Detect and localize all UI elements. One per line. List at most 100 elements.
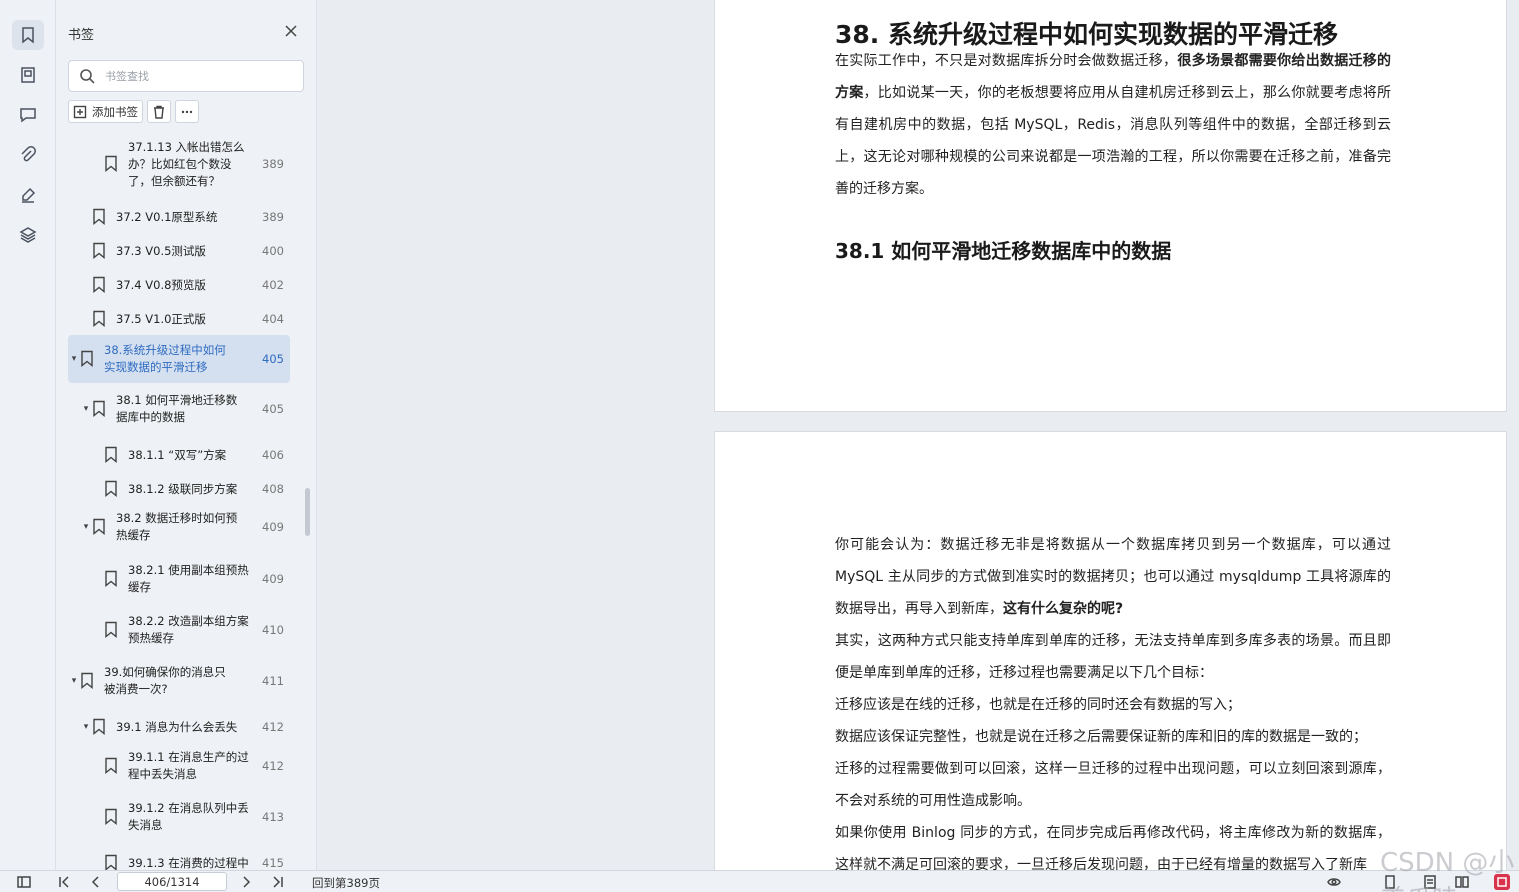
panel-scrollbar[interactable]	[305, 488, 310, 536]
bookmark-icon	[104, 570, 120, 588]
bookmark-label: 39.1 消息为什么会丢失	[116, 719, 238, 734]
prev-page-icon[interactable]	[88, 874, 104, 890]
first-page-icon[interactable]	[56, 874, 72, 890]
bookmark-icon	[92, 276, 108, 294]
search-input[interactable]	[105, 69, 285, 83]
intro-text-run: 在实际工作中，不只是对数据库拆分时会做数据迁移，	[835, 53, 1178, 69]
body-text-run: 这有什么复杂的呢?	[1003, 601, 1124, 617]
bookmark-icon	[104, 155, 120, 173]
bookmark-item[interactable]: ▾ 39.如何确保你的消息只被消费一次? 411	[68, 664, 290, 698]
watermark: CSDN @小美爪哇	[1380, 848, 1515, 892]
bookmark-icon	[80, 672, 96, 690]
bookmark-page-number: 409	[262, 520, 284, 534]
bookmark-item[interactable]: 38.2.2 改造副本组方案预热缓存 410	[68, 613, 290, 647]
expand-toggle-icon[interactable]: ▾	[68, 354, 80, 364]
bookmark-page-number: 413	[262, 810, 284, 824]
page-number-input[interactable]	[117, 872, 227, 891]
search-icon	[80, 69, 95, 84]
body-text-run: 迁移应该是在线的迁移，也就是在迁移的同时还会有数据的写入；	[835, 697, 1241, 713]
bookmark-label: 37.5 V1.0正式版	[116, 311, 206, 326]
bookmark-icon	[92, 208, 108, 226]
bookmark-label: 37.1.13 入帐出错怎么办？比如红包个数没了，但余额还有？	[128, 139, 245, 188]
body-text-run: 如果你使用 Binlog 同步的方式，在同步完成后再修改代码，将主库修改为新的数…	[835, 825, 1391, 870]
left-toolbar	[0, 0, 56, 870]
bookmark-item[interactable]: 39.1.1 在消息生产的过程中丢失消息 412	[68, 749, 290, 783]
bookmark-item[interactable]: 37.2 V0.1原型系统 389	[68, 204, 290, 230]
bookmark-item[interactable]: 38.2.1 使用副本组预热缓存 409	[68, 562, 290, 596]
expand-toggle-icon[interactable]: ▾	[80, 404, 92, 414]
bookmark-label: 38.1 如何平滑地迁移数据库中的数据	[116, 393, 238, 424]
bookmark-item[interactable]: ▾ 38.1 如何平滑地迁移数据库中的数据 405	[68, 392, 290, 426]
body-paragraph: 你可能会认为：数据迁移无非是将数据从一个数据库拷贝到另一个数据库，可以通过 My…	[835, 529, 1391, 870]
bookmark-icon	[104, 757, 120, 775]
bookmark-icon	[104, 446, 120, 464]
more-button[interactable]	[175, 100, 199, 123]
bookmark-item[interactable]: ▾ 38.2 数据迁移时如何预热缓存 409	[68, 510, 290, 544]
bookmark-page-number: 408	[262, 482, 284, 496]
bookmark-label: 39.1.3 在消费的过程中	[128, 855, 249, 870]
eye-icon[interactable]	[1326, 874, 1342, 890]
add-bookmark-label: 添加书签	[92, 104, 138, 119]
bookmark-page-number: 406	[262, 448, 284, 462]
bookmark-label: 38.2.2 改造副本组方案预热缓存	[128, 614, 249, 645]
intro-paragraph: 在实际工作中，不只是对数据库拆分时会做数据迁移，很多场景都需要你给出数据迁移的方…	[835, 45, 1391, 205]
intro-text-run: ，比如说某一天，你的老板想要将应用从自建机房迁移到云上，那么你就要考虑将所有自建…	[835, 85, 1392, 197]
comment-icon[interactable]	[12, 100, 44, 130]
delete-button[interactable]	[147, 100, 171, 123]
bookmark-item[interactable]: 39.1.2 在消息队列中丢失消息 413	[68, 800, 290, 834]
expand-toggle-icon[interactable]: ▾	[80, 522, 92, 532]
bookmark-item[interactable]: 38.1.1 “双写”方案 406	[68, 442, 290, 468]
bookmark-label: 38.1.1 “双写”方案	[128, 447, 227, 462]
close-icon[interactable]	[282, 22, 300, 40]
body-text-run: 其实，这两种方式只能支持单库到单库的迁移，无法支持单库到多库多表的场景。而且即便…	[835, 633, 1391, 681]
bookmark-icon	[92, 310, 108, 328]
bookmark-item[interactable]: 39.1.3 在消费的过程中 415	[68, 850, 290, 870]
bookmark-page-number: 402	[262, 278, 284, 292]
attachment-icon[interactable]	[12, 140, 44, 170]
bookmark-item[interactable]: ▾ 38.系统升级过程中如何实现数据的平滑迁移 405	[68, 335, 290, 383]
bookmark-item[interactable]: 38.1.2 级联同步方案 408	[68, 476, 290, 502]
next-page-icon[interactable]	[238, 874, 254, 890]
bookmark-icon	[92, 400, 108, 418]
bookmark-page-number: 400	[262, 244, 284, 258]
bookmark-page-number: 412	[262, 720, 284, 734]
bookmark-page-number: 412	[262, 759, 284, 773]
bookmark-label: 37.4 V0.8预览版	[116, 277, 206, 292]
bookmark-search[interactable]	[68, 60, 304, 92]
bookmark-label: 39.如何确保你的消息只被消费一次?	[104, 665, 226, 696]
signature-icon[interactable]	[12, 180, 44, 210]
bookmark-page-number: 411	[262, 674, 284, 688]
thumbnail-icon[interactable]	[12, 60, 44, 90]
layers-icon[interactable]	[12, 220, 44, 250]
bookmark-page-number: 410	[262, 623, 284, 637]
bookmark-icon	[92, 718, 108, 736]
expand-toggle-icon[interactable]: ▾	[80, 722, 92, 732]
bookmark-icon	[104, 621, 120, 639]
bookmark-item[interactable]: 37.1.13 入帐出错怎么办？比如红包个数没了，但余额还有？ 389	[68, 138, 290, 190]
bookmark-icon	[92, 242, 108, 260]
bookmark-icon	[104, 480, 120, 498]
panel-title: 书签	[68, 28, 95, 43]
bookmark-page-number: 389	[262, 210, 284, 224]
bookmark-item[interactable]: 37.5 V1.0正式版 404	[68, 306, 290, 332]
last-page-icon[interactable]	[270, 874, 286, 890]
bookmark-page-number: 389	[262, 157, 284, 171]
add-bookmark-button[interactable]: 添加书签	[68, 100, 143, 123]
bookmark-page-number: 405	[262, 352, 284, 366]
back-to-page-link[interactable]: 回到第389页	[312, 875, 380, 891]
bookmark-item[interactable]: ▾ 39.1 消息为什么会丢失 412	[68, 714, 290, 740]
bookmark-item[interactable]: 37.4 V0.8预览版 402	[68, 272, 290, 298]
bookmark-label: 38.2 数据迁移时如何预热缓存	[116, 511, 238, 542]
bookmark-page-number: 409	[262, 572, 284, 586]
bookmark-item[interactable]: 37.3 V0.5测试版 400	[68, 238, 290, 264]
document-viewer[interactable]: 38. 系统升级过程中如何实现数据的平滑迁移 在实际工作中，不只是对数据库拆分时…	[317, 0, 1519, 870]
bookmark-tree: 37.1.13 入帐出错怎么办？比如红包个数没了，但余额还有？ 389 37.2 V…	[56, 130, 306, 870]
bookmark-icon[interactable]	[12, 20, 44, 50]
bookmark-icon	[104, 808, 120, 826]
bookmark-icon	[92, 518, 108, 536]
bookmark-label: 38.1.2 级联同步方案	[128, 481, 238, 496]
document-page: 38. 系统升级过程中如何实现数据的平滑迁移 在实际工作中，不只是对数据库拆分时…	[714, 0, 1507, 412]
expand-toggle-icon[interactable]: ▾	[68, 676, 80, 686]
sidebar-toggle-icon[interactable]	[16, 874, 32, 890]
bookmark-label: 39.1.2 在消息队列中丢失消息	[128, 801, 249, 832]
